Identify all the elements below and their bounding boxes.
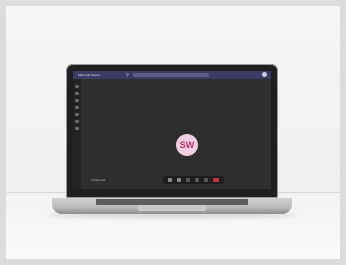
calls-icon[interactable] bbox=[75, 113, 79, 116]
selfview-label: Contoso Ltd. bbox=[91, 179, 106, 182]
share-icon[interactable] bbox=[185, 178, 190, 182]
teams-icon[interactable] bbox=[75, 99, 79, 102]
chat-icon[interactable] bbox=[75, 92, 79, 95]
apps-icon[interactable] bbox=[75, 127, 79, 130]
more-icon[interactable] bbox=[195, 178, 200, 182]
files-icon[interactable] bbox=[75, 120, 79, 123]
laptop-screen: Microsoft Teams ⚲ SW Contoso Ltd. bbox=[73, 71, 271, 189]
call-stage: SW Contoso Ltd. bbox=[81, 79, 271, 189]
camera-icon[interactable] bbox=[167, 178, 172, 182]
user-avatar[interactable] bbox=[262, 72, 267, 77]
laptop-trackpad bbox=[138, 205, 206, 211]
app-title: Microsoft Teams bbox=[78, 73, 100, 77]
calendar-icon[interactable] bbox=[75, 106, 79, 109]
call-controls bbox=[163, 176, 224, 184]
leave-call-icon[interactable] bbox=[213, 178, 220, 182]
activity-icon[interactable] bbox=[75, 85, 79, 88]
search-input[interactable] bbox=[133, 73, 209, 77]
mic-icon[interactable] bbox=[176, 178, 181, 182]
reactions-icon[interactable] bbox=[204, 178, 209, 182]
participant-initials: SW bbox=[179, 140, 195, 150]
app-rail bbox=[73, 79, 81, 189]
search-icon[interactable]: ⚲ bbox=[126, 72, 131, 78]
participant-avatar: SW bbox=[176, 134, 198, 156]
